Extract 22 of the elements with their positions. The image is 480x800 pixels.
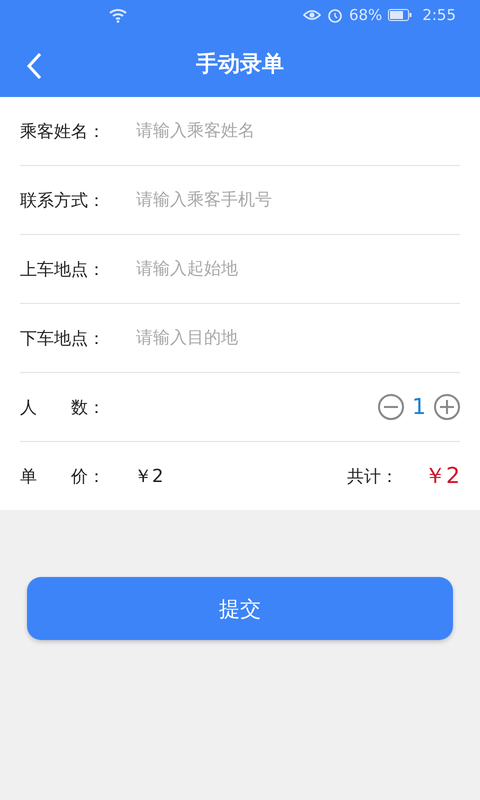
clock-time: 2:55 bbox=[422, 6, 456, 24]
plus-button[interactable] bbox=[434, 394, 460, 420]
field-label: 单 价： bbox=[20, 466, 106, 488]
alarm-icon bbox=[326, 7, 343, 23]
unit-price: ￥2 bbox=[134, 465, 164, 488]
minus-icon bbox=[384, 406, 398, 408]
page-title: 手动录单 bbox=[196, 50, 284, 78]
battery-percent: 68% bbox=[348, 6, 382, 24]
passenger-count: 1 bbox=[412, 394, 426, 420]
total-label: 共计： bbox=[347, 466, 398, 488]
total-price: ￥2 bbox=[424, 463, 460, 491]
plus-icon bbox=[440, 400, 454, 414]
wifi-icon bbox=[108, 7, 128, 23]
field-label: 乘客姓名： bbox=[20, 120, 106, 142]
field-label: 下车地点： bbox=[20, 328, 106, 350]
eye-icon bbox=[302, 8, 321, 22]
minus-button[interactable] bbox=[378, 394, 404, 420]
submit-button[interactable]: 提交 bbox=[27, 577, 453, 640]
field-label: 上车地点： bbox=[20, 258, 106, 280]
field-label: 联系方式： bbox=[20, 190, 106, 212]
field-label: 人 数： bbox=[20, 396, 106, 418]
battery-icon bbox=[388, 9, 412, 21]
